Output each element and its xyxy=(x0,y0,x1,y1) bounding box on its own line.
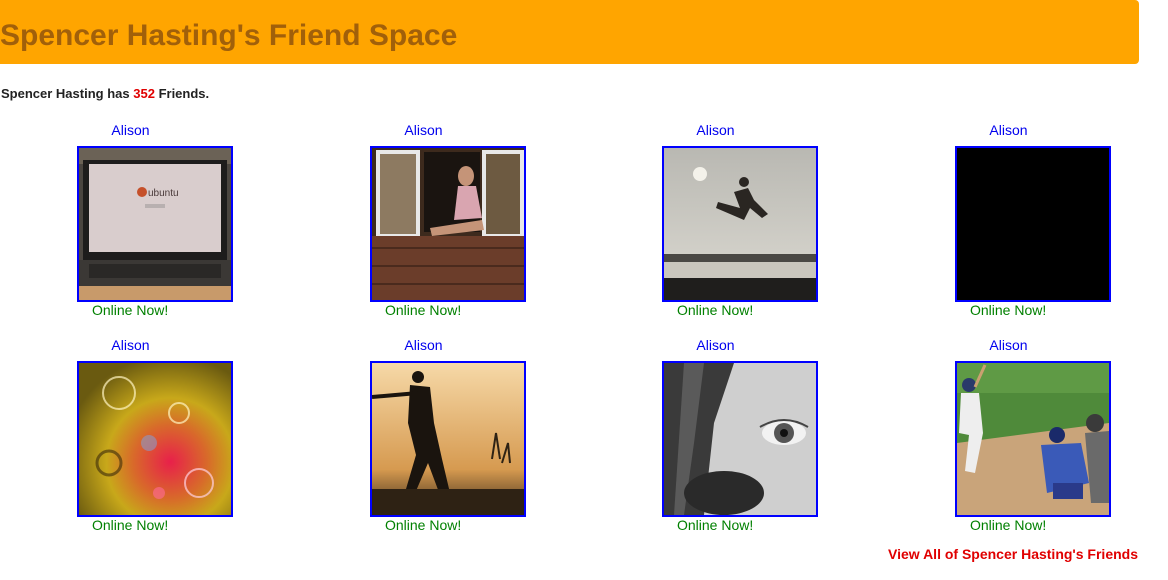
friend-count-summary: Spencer Hasting has 352 Friends. xyxy=(1,86,209,101)
baseball-photo[interactable] xyxy=(955,361,1111,517)
page-header: Spencer Hasting's Friend Space xyxy=(0,0,1139,64)
online-status: Online Now! xyxy=(677,517,754,533)
online-status: Online Now! xyxy=(970,302,1047,318)
baseball-image xyxy=(957,363,1109,515)
friend-name-link[interactable]: Alison xyxy=(370,336,477,354)
black-photo[interactable] xyxy=(955,146,1111,302)
view-all-friends-link[interactable]: View All of Spencer Hasting's Friends xyxy=(888,546,1138,562)
friend-name-link[interactable]: Alison xyxy=(77,336,184,354)
summary-prefix: Spencer Hasting has xyxy=(1,86,130,101)
woman-window-image xyxy=(372,148,524,300)
friend-name-link[interactable]: Alison xyxy=(955,121,1062,139)
colorful-bubbles-image xyxy=(79,363,231,515)
friend-name-link[interactable]: Alison xyxy=(662,336,769,354)
friend-name-link[interactable]: Alison xyxy=(662,121,769,139)
online-status: Online Now! xyxy=(677,302,754,318)
eye-closeup-image xyxy=(664,363,816,515)
eye-closeup-photo[interactable] xyxy=(662,361,818,517)
friend-name-link[interactable]: Alison xyxy=(370,121,477,139)
page-title: Spencer Hasting's Friend Space xyxy=(0,19,458,52)
black-image xyxy=(957,148,1109,300)
summary-suffix: Friends. xyxy=(158,86,210,101)
friend-name-link[interactable]: Alison xyxy=(955,336,1062,354)
colorful-bubbles-photo[interactable] xyxy=(77,361,233,517)
laptop-ubuntu-image: ubuntu xyxy=(79,148,231,300)
cricket-silhouette-image xyxy=(372,363,524,515)
cricket-silhouette-photo[interactable] xyxy=(370,361,526,517)
online-status: Online Now! xyxy=(385,302,462,318)
jumping-kick-image xyxy=(664,148,816,300)
online-status: Online Now! xyxy=(970,517,1047,533)
friend-name-link[interactable]: Alison xyxy=(77,121,184,139)
friend-count: 352 xyxy=(133,86,155,101)
jumping-kick-photo[interactable] xyxy=(662,146,818,302)
ubuntu-logo-text: ubuntu xyxy=(148,188,179,199)
online-status: Online Now! xyxy=(385,517,462,533)
online-status: Online Now! xyxy=(92,302,169,318)
online-status: Online Now! xyxy=(92,517,169,533)
laptop-ubuntu-photo[interactable]: ubuntu xyxy=(77,146,233,302)
woman-window-photo[interactable] xyxy=(370,146,526,302)
